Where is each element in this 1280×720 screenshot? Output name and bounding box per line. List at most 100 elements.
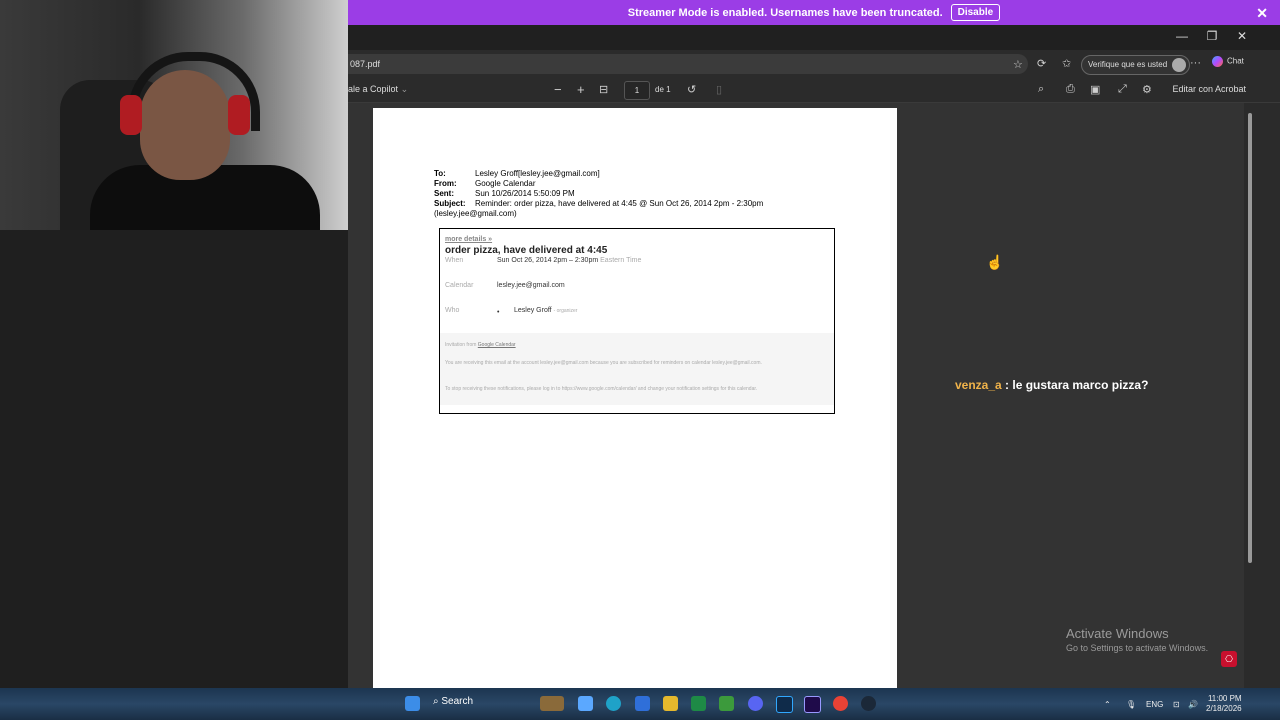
- subject-continuation: (lesley.jee@gmail.com): [434, 209, 517, 218]
- favorite-star-icon[interactable]: ☆: [1013, 58, 1023, 71]
- headset-cup-left: [120, 95, 142, 135]
- excel-icon[interactable]: [691, 696, 706, 711]
- when-value: Sun Oct 26, 2014 2pm – 2:30pm Eastern Ti…: [497, 257, 641, 264]
- restore-icon[interactable]: ❐: [1202, 29, 1222, 43]
- footer-notice-2: To stop receiving these notifications, p…: [445, 386, 758, 392]
- photoshop-icon[interactable]: [776, 696, 793, 713]
- zoom-in-icon[interactable]: +: [577, 82, 585, 97]
- subject-value: Reminder: order pizza, have delivered at…: [475, 199, 764, 208]
- activate-subtitle: Go to Settings to activate Windows.: [1066, 643, 1209, 653]
- windows-start-icon[interactable]: [405, 696, 420, 711]
- rotate-icon[interactable]: ↺: [687, 83, 696, 96]
- url-field[interactable]: 087.pdf: [348, 54, 1028, 74]
- who-name: Lesley Groff: [514, 307, 552, 314]
- webcam-feed: [0, 0, 348, 230]
- profile-verify-button[interactable]: Verifique que es usted: [1081, 55, 1191, 75]
- who-value: Lesley Groff - organizer: [514, 307, 577, 314]
- who-label: Who: [445, 307, 460, 314]
- taskbar-search-label: Search: [441, 696, 474, 707]
- widgets-icon[interactable]: [540, 696, 564, 711]
- settings-gear-icon[interactable]: ⚙: [1142, 83, 1152, 96]
- subject-label: Subject:: [434, 199, 466, 208]
- when-label: When: [445, 257, 464, 264]
- hand-cursor-icon: ☝: [986, 254, 1004, 270]
- disable-button[interactable]: Disable: [950, 4, 1001, 21]
- premiere-icon[interactable]: [804, 696, 821, 713]
- google-calendar-link[interactable]: Google Calendar: [478, 342, 516, 348]
- file-explorer-icon[interactable]: [663, 696, 678, 711]
- left-pane: [0, 0, 348, 688]
- to-label: To:: [434, 169, 446, 178]
- clock-date: 2/18/2026: [1206, 704, 1242, 713]
- expand-icon[interactable]: ⤢: [1118, 83, 1127, 96]
- edit-with-acrobat-button[interactable]: Editar con Acrobat: [1172, 84, 1246, 94]
- event-title: order pizza, have delivered at 4:45: [445, 245, 608, 256]
- vertical-scrollbar[interactable]: [1244, 103, 1256, 688]
- chat-label: Chat: [1227, 56, 1244, 66]
- headset-cup-right: [228, 95, 250, 135]
- calendar-value: lesley.jee@gmail.com: [497, 282, 565, 289]
- discord-icon[interactable]: [748, 696, 763, 711]
- invitation-prefix: Invitation from: [445, 342, 477, 348]
- taskbar: ⌕ Search ⌃ 🎙 ENG ⊡ 🔊 11:00 PM 2/18/2026: [0, 688, 1280, 720]
- banner-text: Streamer Mode is enabled. Usernames have…: [627, 6, 943, 19]
- acrobat-icon[interactable]: ⎔: [1221, 651, 1237, 667]
- volume-icon[interactable]: 🔊: [1188, 700, 1198, 709]
- page-count: de 1: [655, 85, 671, 94]
- who-bullet: •: [497, 309, 500, 316]
- pdf-toolbar: ale a Copilot ⌄ − + ⊟ 1 de 1 ↺ ▯ ⌕ ⎙ ▣ ⤢…: [348, 78, 1280, 103]
- chevron-down-icon: ⌄: [400, 84, 409, 94]
- tray-overflow-icon[interactable]: ⌃: [1104, 700, 1111, 709]
- search-icon: ⌕: [433, 696, 439, 707]
- network-icon[interactable]: ⊡: [1173, 700, 1180, 709]
- favorites-icon[interactable]: ✩: [1062, 57, 1071, 70]
- copilot-dropdown-label: ale a Copilot: [348, 84, 399, 94]
- more-icon[interactable]: ···: [1190, 57, 1201, 69]
- fit-page-icon[interactable]: ⊟: [599, 83, 608, 96]
- minimize-icon[interactable]: —: [1172, 29, 1192, 43]
- minecraft-icon[interactable]: [719, 696, 734, 711]
- avatar: [1172, 58, 1187, 72]
- copilot-dropdown[interactable]: ale a Copilot ⌄: [348, 84, 408, 95]
- chrome-icon[interactable]: [833, 696, 848, 711]
- copilot-icon[interactable]: [578, 696, 593, 711]
- verify-label: Verifique que es usted: [1088, 60, 1168, 69]
- banner-close-icon[interactable]: ✕: [1256, 5, 1268, 22]
- window-titlebar: — ❐ ✕: [348, 25, 1280, 50]
- timezone: Eastern Time: [600, 257, 642, 264]
- microphone-icon[interactable]: 🎙: [1126, 700, 1136, 709]
- calendar-invite-card: more details » order pizza, have deliver…: [439, 228, 835, 414]
- sent-label: Sent:: [434, 189, 454, 198]
- copilot-icon: [1212, 56, 1223, 67]
- more-details-link[interactable]: more details »: [445, 236, 492, 243]
- page-view-icon[interactable]: ▯: [716, 83, 722, 96]
- activate-title: Activate Windows: [1066, 626, 1169, 641]
- zoom-out-icon[interactable]: −: [554, 82, 562, 97]
- who-role: - organizer: [553, 308, 578, 314]
- clock-time: 11:00 PM: [1207, 694, 1242, 703]
- streamer-mode-banner: Streamer Mode is enabled. Usernames have…: [348, 0, 1280, 25]
- system-clock[interactable]: 11:00 PM 2/18/2026: [1206, 694, 1242, 714]
- taskbar-search[interactable]: ⌕ Search: [433, 696, 473, 707]
- scrollbar-thumb[interactable]: [1248, 113, 1252, 563]
- copilot-chat-button[interactable]: Chat: [1212, 56, 1244, 67]
- pdf-page: To: Lesley Groff[lesley.jee@gmail.com] Fr…: [373, 108, 897, 688]
- print-icon[interactable]: ⎙: [1066, 83, 1075, 96]
- activate-windows-watermark: Activate Windows Go to Settings to activ…: [1066, 626, 1208, 653]
- chat-username: venza_a: [955, 378, 1002, 392]
- store-icon[interactable]: [635, 696, 650, 711]
- chat-overlay-message: venza_a : le gustara marco pizza?: [955, 378, 1148, 392]
- save-icon[interactable]: ▣: [1090, 83, 1100, 96]
- refresh-extension-icon[interactable]: ⟳: [1037, 57, 1046, 70]
- edge-icon[interactable]: [606, 696, 621, 711]
- window-close-icon[interactable]: ✕: [1232, 29, 1252, 43]
- invitation-from: Invitation from Google Calendar: [445, 342, 829, 349]
- email-header: To: Lesley Groff[lesley.jee@gmail.com] Fr…: [434, 169, 763, 219]
- language-indicator[interactable]: ENG: [1146, 700, 1163, 709]
- footer-notice-1: You are receiving this email at the acco…: [445, 360, 762, 366]
- page-number-input[interactable]: 1: [624, 81, 650, 100]
- to-value: Lesley Groff[lesley.jee@gmail.com]: [475, 169, 600, 178]
- steam-icon[interactable]: [861, 696, 876, 711]
- search-icon[interactable]: ⌕: [1038, 83, 1044, 96]
- url-text: 087.pdf: [350, 59, 381, 69]
